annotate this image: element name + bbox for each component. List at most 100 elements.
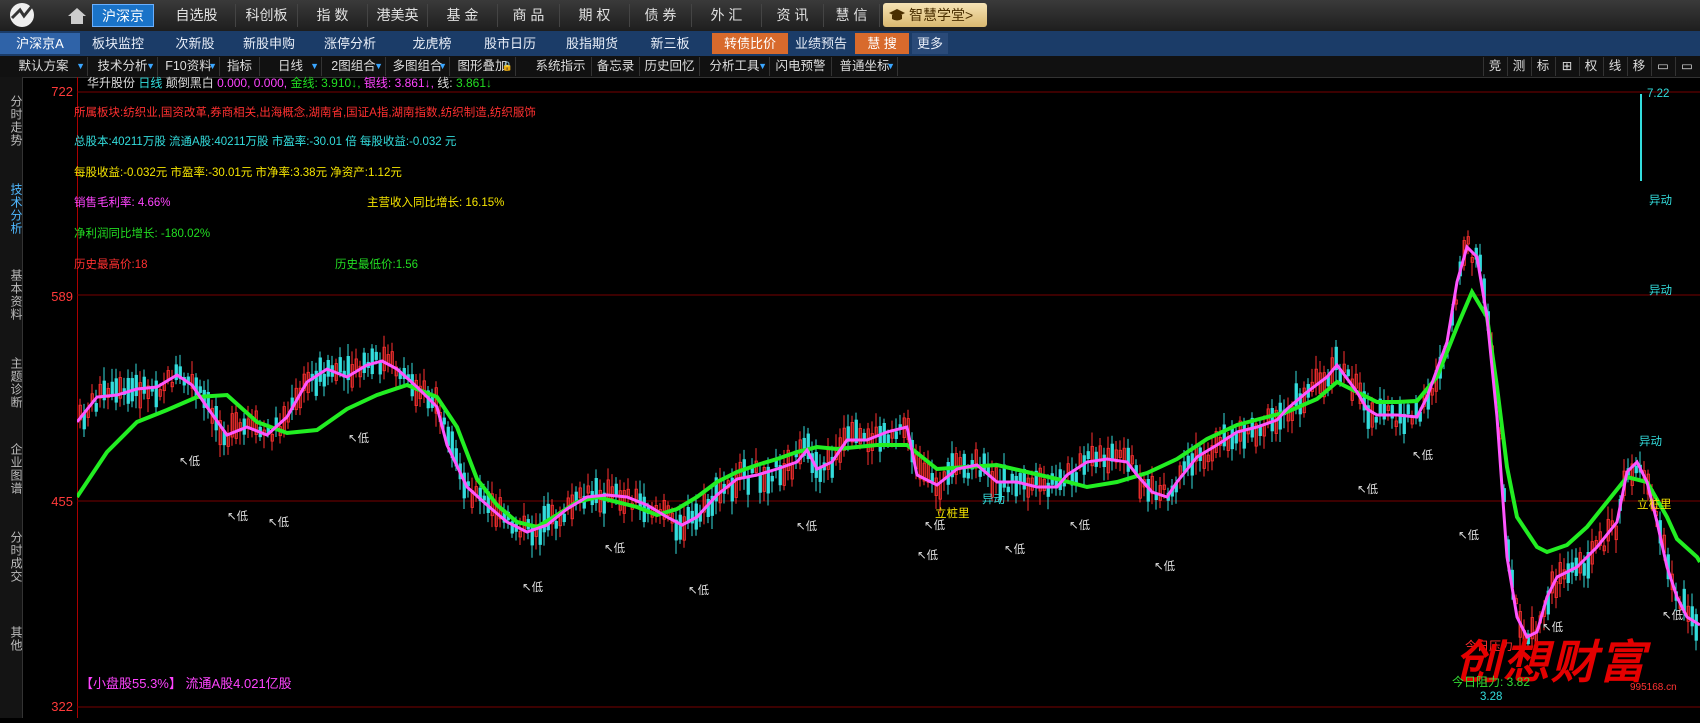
candle-body: [1126, 447, 1130, 472]
candle-body: [1046, 482, 1050, 497]
academy-button[interactable]: 智慧学堂>: [883, 3, 987, 27]
subnav-new-stocks[interactable]: 次新股: [160, 33, 230, 54]
side-tab-technical[interactable]: 技术分析: [0, 169, 23, 249]
toolbar-memo[interactable]: 备忘录: [592, 57, 640, 76]
low-label: 低: [357, 433, 370, 445]
candle-body: [482, 495, 486, 501]
low-label: 低: [697, 585, 710, 597]
tab-hushenjing[interactable]: 沪深京: [92, 4, 154, 27]
low-marker: ↖低: [1458, 530, 1480, 542]
candle-body: [142, 376, 146, 394]
low-marker: ↖低: [1412, 450, 1434, 462]
low-label: 低: [531, 582, 544, 594]
subnav-sector-monitor[interactable]: 板块监控: [84, 33, 152, 54]
side-tab-other[interactable]: 其他: [0, 609, 23, 669]
toolbar-coordinate[interactable]: 普通坐标 ▼: [832, 57, 898, 76]
subnav-huisou[interactable]: 慧 搜: [855, 33, 909, 54]
historic-high: 历史最高价:18: [74, 259, 148, 271]
left-sidebar: 分时走势 技术分析 基本资料 主题诊断 企业图谱 分时成交 其他: [0, 77, 23, 718]
candle-body: [978, 470, 982, 477]
subnav-earnings[interactable]: 业绩预告: [790, 33, 852, 54]
move-label: 异动: [1639, 436, 1662, 448]
tab-watchlist[interactable]: 自选股: [158, 4, 236, 27]
low-marker: ↖低: [1357, 484, 1379, 496]
subnav-dragon-tiger[interactable]: 龙虎榜: [396, 33, 468, 54]
tab-commodity[interactable]: 商 品: [498, 4, 560, 27]
candle-body: [982, 453, 986, 471]
candle-body: [154, 380, 158, 408]
toolbar-right-bid[interactable]: 竞: [1483, 57, 1506, 76]
subnav-calendar[interactable]: 股市日历: [474, 33, 546, 54]
academy-label: 智慧学堂>: [909, 7, 974, 23]
candle-body: [134, 374, 138, 397]
gold-value: 3.910↓,: [321, 76, 361, 90]
toolbar-right-window[interactable]: ▭: [1651, 57, 1674, 76]
subnav-ipo[interactable]: 新股申购: [234, 33, 304, 54]
toolbar-analysis-tools[interactable]: 分析工具 ▼: [700, 57, 770, 76]
low-label: 低: [926, 550, 939, 562]
subnav-index-futures[interactable]: 股指期货: [552, 33, 632, 54]
candle-body: [1234, 433, 1238, 444]
tab-news[interactable]: 资 讯: [762, 4, 824, 27]
low-marker: ↖低: [688, 585, 710, 597]
subnav-more[interactable]: 更多: [912, 33, 948, 54]
subnav-convertible[interactable]: 转债比价: [712, 33, 788, 54]
candle-body: [1406, 404, 1410, 415]
toolbar-system-signals[interactable]: 系统指示: [530, 57, 592, 76]
toolbar-right-window2[interactable]: ▭: [1675, 57, 1698, 76]
toolbar-right-measure[interactable]: 测: [1507, 57, 1530, 76]
bottom-price: 3.28: [1480, 691, 1503, 703]
low-marker: ↖低: [522, 582, 544, 594]
toolbar-flash-alert[interactable]: 闪电预警: [770, 57, 832, 76]
home-icon[interactable]: [66, 6, 88, 26]
tab-hk-us[interactable]: 港美英: [368, 4, 428, 27]
toolbar-right-line[interactable]: 线: [1603, 57, 1626, 76]
side-tab-fundamental[interactable]: 基本资料: [0, 255, 23, 335]
candle-body: [1014, 475, 1018, 497]
toolbar-default-scheme[interactable]: 默认方案 ▼: [0, 57, 88, 76]
tab-bonds[interactable]: 债 券: [630, 4, 692, 27]
low-label: 低: [1421, 450, 1434, 462]
candle-body: [562, 513, 566, 523]
side-tab-diagnosis[interactable]: 主题诊断: [0, 343, 23, 423]
share-info: 总股本:40211万股 流通A股:40211万股 市盈率:-30.01 倍 每股…: [74, 136, 457, 148]
toolbar-right-mark[interactable]: 标: [1531, 57, 1554, 76]
low-label: 低: [188, 456, 201, 468]
candle-body: [894, 431, 898, 440]
side-tab-trades[interactable]: 分时成交: [0, 517, 23, 597]
low-label: 低: [613, 543, 626, 555]
toolbar-history[interactable]: 历史回忆: [640, 57, 700, 76]
tab-forex[interactable]: 外 汇: [692, 4, 762, 27]
low-marker: ↖低: [179, 456, 201, 468]
kline-chart[interactable]: 华升股份 日线 颠倒黑白 0.000, 0.000, 金线: 3.910↓, 银…: [74, 76, 1700, 718]
move-label: 异动: [1649, 285, 1672, 297]
candle-body: [94, 403, 98, 412]
subnav-a-shares[interactable]: 沪深京A: [0, 33, 80, 54]
tab-star-market[interactable]: 科创板: [236, 4, 298, 27]
toolbar-label: 多图组合: [392, 59, 443, 73]
toolbar-label: 分析工具: [709, 59, 760, 73]
low-marker: ↖低: [796, 521, 818, 533]
low-label: 低: [1078, 520, 1091, 532]
toolbar-right-grid[interactable]: ⊞: [1555, 57, 1578, 76]
low-label: 低: [1163, 561, 1176, 573]
toolbar-label: 技术分析: [97, 59, 148, 73]
tab-fund[interactable]: 基 金: [428, 4, 498, 27]
subnav-neeq[interactable]: 新三板: [636, 33, 704, 54]
profit-growth: 净利润同比增长: -180.02%: [74, 228, 211, 240]
tab-index[interactable]: 指 数: [298, 4, 368, 27]
toolbar-right-move[interactable]: 移: [1627, 57, 1650, 76]
toolbar-right-rights[interactable]: 权: [1579, 57, 1602, 76]
side-tab-enterprise[interactable]: 企业图谱: [0, 429, 23, 509]
side-tab-intraday[interactable]: 分时走势: [0, 81, 23, 161]
subnav-limit-up[interactable]: 涨停分析: [310, 33, 390, 54]
low-label: 低: [1671, 610, 1684, 622]
dropdown-icon: ▼: [758, 61, 767, 71]
toolbar-label: 默认方案: [18, 59, 69, 73]
line-label: 线:: [437, 76, 453, 90]
candle-body: [1270, 408, 1274, 432]
sub-navigation: 沪深京A 板块监控 次新股 新股申购 涨停分析 龙虎榜 股市日历 股指期货 新三…: [0, 31, 1700, 57]
price-tick: 589: [51, 289, 73, 304]
tab-huixin[interactable]: 慧 信: [824, 4, 880, 27]
tab-options[interactable]: 期 权: [560, 4, 630, 27]
